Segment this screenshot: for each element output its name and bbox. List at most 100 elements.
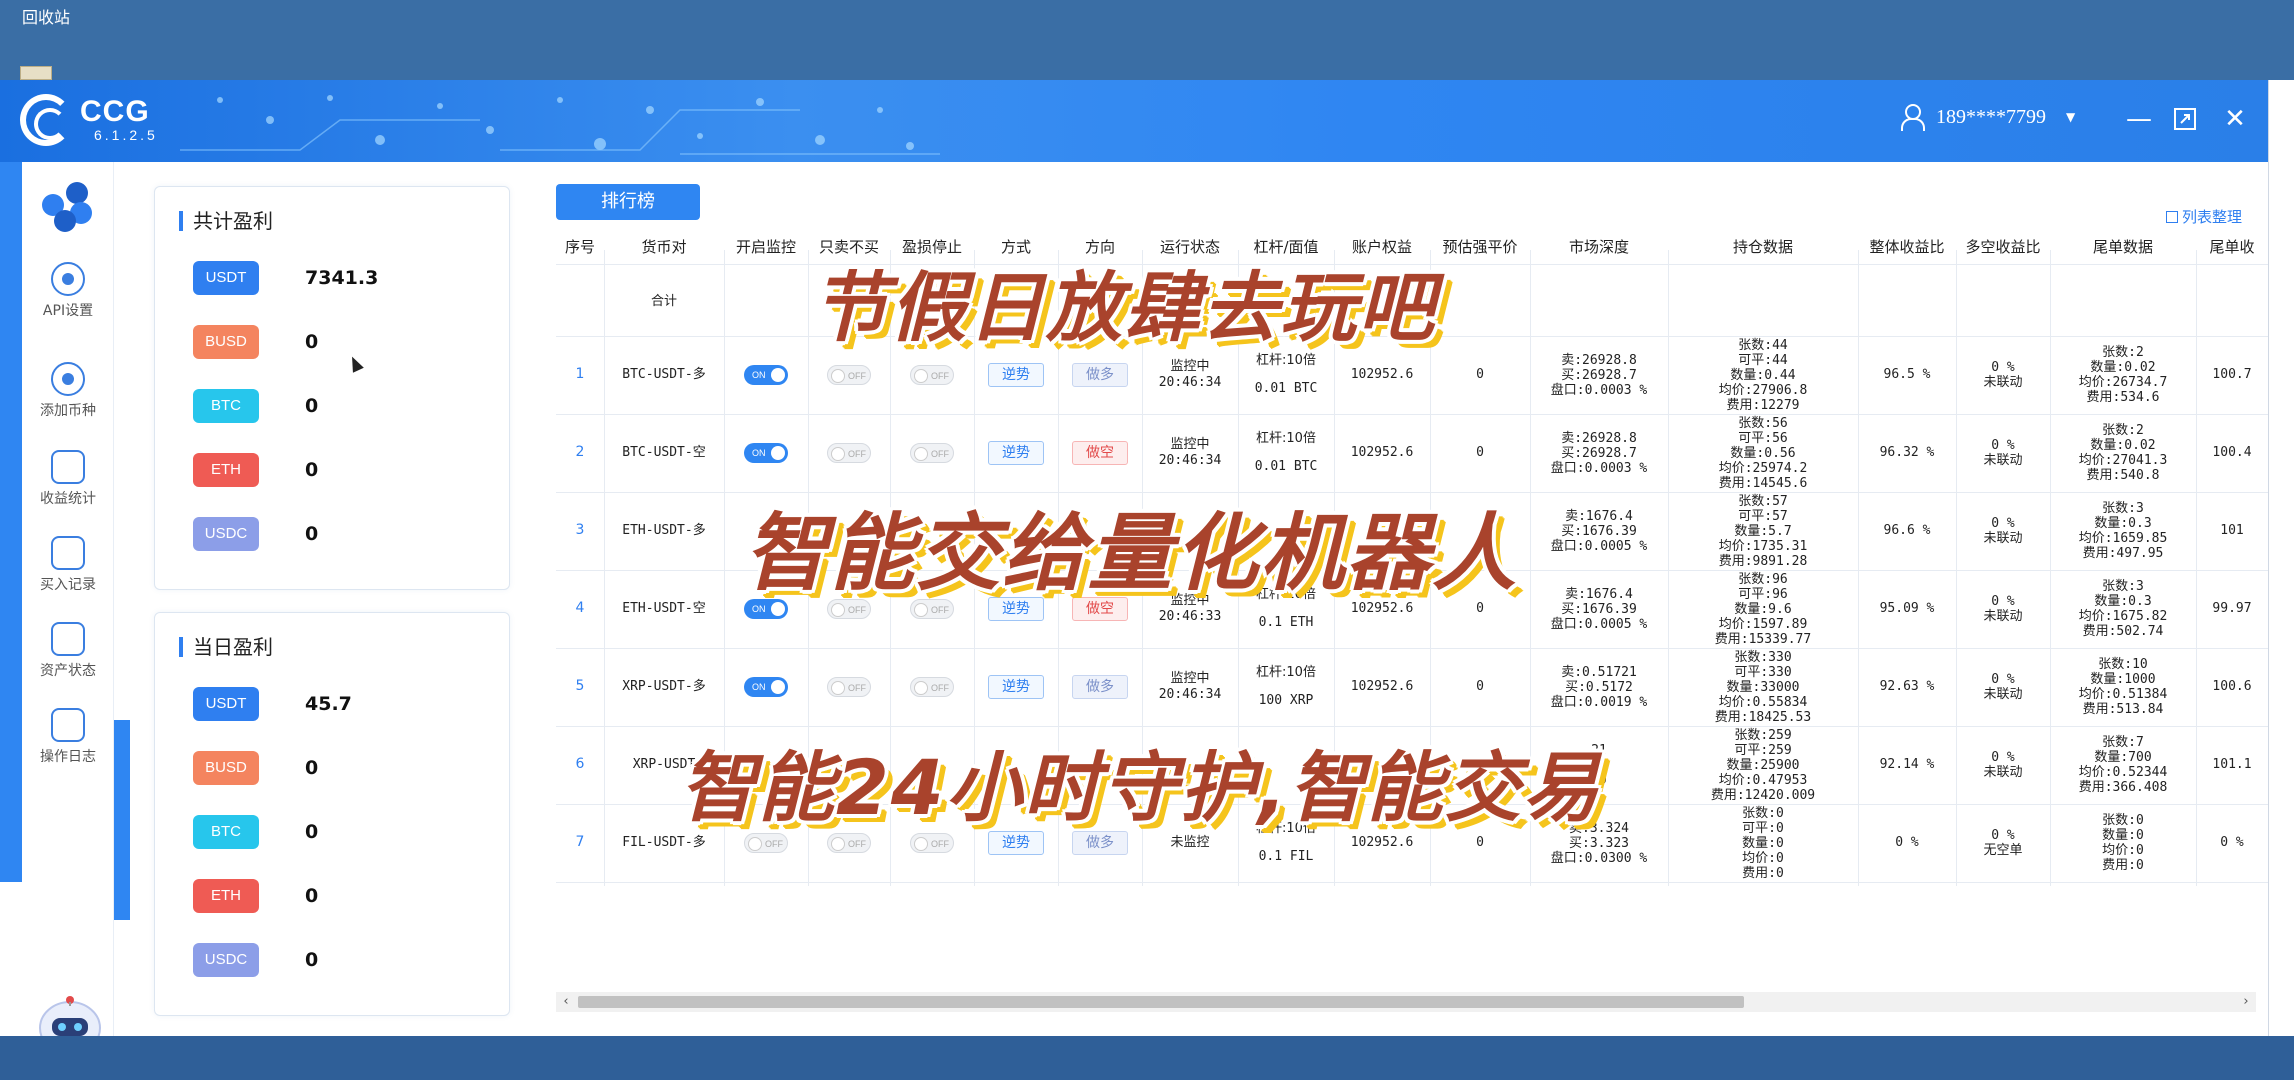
record-icon: [51, 536, 85, 570]
run-status: 未监控: [1170, 835, 1210, 850]
tail-line: 费用:502.74: [2082, 624, 2164, 639]
long-short-ratio: 无空单: [1983, 843, 2023, 858]
column-header: 货币对: [641, 238, 687, 256]
market-depth-line: 盘口:0.0005 %: [1550, 538, 1648, 554]
position-line: 均价:0: [1742, 850, 1784, 866]
wallet-icon: [51, 622, 85, 656]
monitor-toggle[interactable]: OFF: [744, 833, 788, 853]
total-ratio: 96.5 %: [1883, 367, 1931, 382]
toggle-label: OFF: [848, 449, 866, 459]
toggle-label: OFF: [931, 683, 949, 693]
nav-item-api[interactable]: API设置: [22, 262, 114, 320]
toggle-label: OFF: [848, 683, 866, 693]
monitor-toggle[interactable]: ON: [744, 677, 788, 697]
nav-item-operation-log[interactable]: 操作日志: [22, 708, 114, 766]
app-name: CCG: [80, 95, 150, 128]
market-depth-line: 盘口:0.0003 %: [1550, 460, 1648, 476]
sell-only-toggle[interactable]: OFF: [827, 365, 871, 385]
nav-item-profit-stats[interactable]: 收益统计: [22, 450, 114, 508]
gear-icon: [51, 262, 85, 296]
sell-only-toggle[interactable]: OFF: [827, 677, 871, 697]
column-header: 整体收益比: [1869, 238, 1945, 256]
close-button[interactable]: ✕: [2218, 102, 2252, 136]
folder-icon[interactable]: [20, 66, 52, 80]
position-line: 数量:5.7: [1734, 523, 1792, 539]
liquidation-price: 0: [1476, 445, 1484, 460]
minimize-button[interactable]: —: [2122, 102, 2156, 136]
direction-tag[interactable]: 做多: [1072, 363, 1128, 387]
stop-loss-toggle[interactable]: OFF: [910, 833, 954, 853]
scroll-left-icon[interactable]: ‹: [556, 992, 576, 1012]
nav-label: 收益统计: [40, 491, 96, 507]
stop-loss-toggle[interactable]: OFF: [910, 443, 954, 463]
total-ratio: 95.09 %: [1879, 601, 1935, 616]
column-header: 尾单收: [2209, 238, 2255, 256]
row-pair: ETH-USDT-多: [622, 523, 706, 538]
nav-item-buy-records[interactable]: 买入记录: [22, 536, 114, 594]
long-short-ratio: 0 %: [1991, 750, 2015, 765]
position-line: 可平:44: [1738, 352, 1788, 368]
list-sort-button[interactable]: 列表整理: [2166, 206, 2242, 227]
tail-line: 费用:534.6: [2086, 390, 2160, 405]
mode-tag[interactable]: 逆势: [988, 675, 1044, 699]
run-time: 20:46:34: [1158, 687, 1222, 702]
position-line: 费用:12279: [1726, 397, 1800, 413]
tail-line: 数量:0.02: [2090, 360, 2156, 375]
tail-line: 均价:0.52344: [2078, 765, 2168, 780]
total-profit-panel: 共计盈利 USDT 7341.3 BUSD 0 BTC 0 ETH 0 USDC…: [154, 186, 510, 590]
user-menu[interactable]: 189****7799 ▼: [1900, 104, 2075, 131]
stop-loss-toggle[interactable]: OFF: [910, 365, 954, 385]
market-depth-line: 买:26928.7: [1561, 445, 1637, 461]
add-coin-icon: [51, 362, 85, 396]
position-line: 费用:12420.009: [1710, 787, 1816, 803]
coin-value: 0: [305, 331, 319, 353]
position-line: 费用:0: [1742, 865, 1784, 881]
tail-line: 数量:0.3: [2094, 516, 2152, 531]
user-account: 189****7799: [1936, 105, 2046, 128]
coin-row-btc: BTC 0: [193, 815, 318, 849]
tail-line: 张数:3: [2102, 501, 2144, 516]
account-equity: 102952.6: [1350, 835, 1414, 850]
row-divider: [556, 882, 2268, 883]
face-value: 0.01 BTC: [1254, 381, 1318, 396]
tail-profit: 101: [2220, 523, 2244, 538]
total-ratio: 92.63 %: [1879, 679, 1935, 694]
position-line: 数量:0.44: [1730, 367, 1796, 383]
long-short-ratio: 未联动: [1983, 453, 2023, 468]
mode-tag[interactable]: 逆势: [988, 441, 1044, 465]
stop-loss-toggle[interactable]: OFF: [910, 677, 954, 697]
maximize-button[interactable]: [2168, 102, 2202, 136]
long-short-ratio: 0 %: [1991, 594, 2015, 609]
nav-item-add-coin[interactable]: 添加币种: [22, 362, 114, 420]
monitor-toggle[interactable]: ON: [744, 365, 788, 385]
market-depth-line: 买:26928.7: [1561, 367, 1637, 383]
sell-only-toggle[interactable]: OFF: [827, 833, 871, 853]
tail-line: 数量:700: [2094, 750, 2152, 765]
sidebar-nav: API设置 添加币种 收益统计 买入记录 资产状态 操作日志: [22, 162, 114, 1036]
title-bar[interactable]: CCG 6.1.2.5 189****7799 ▼ — ✕: [0, 80, 2268, 162]
panel-title: 当日盈利: [179, 637, 273, 657]
sell-only-toggle[interactable]: OFF: [827, 443, 871, 463]
nav-item-asset-status[interactable]: 资产状态: [22, 622, 114, 680]
position-line: 均价:1735.31: [1718, 538, 1808, 554]
run-status: 监控中: [1170, 359, 1210, 374]
recycle-bin-label[interactable]: 回收站: [22, 4, 70, 28]
horizontal-scrollbar[interactable]: ‹ ›: [556, 992, 2256, 1012]
coin-value: 0: [305, 757, 319, 779]
tail-line: 张数:10: [2098, 657, 2148, 672]
coin-value: 0: [305, 821, 319, 843]
direction-tag[interactable]: 做空: [1072, 441, 1128, 465]
scroll-thumb[interactable]: [578, 996, 1744, 1008]
row-pair: BTC-USDT-多: [622, 367, 706, 382]
coin-value: 0: [305, 949, 319, 971]
tail-line: 费用:366.408: [2078, 780, 2168, 795]
robot-assistant-icon[interactable]: [30, 992, 110, 1036]
leverage: 杠杆:10倍: [1256, 665, 1316, 680]
caret-down-icon[interactable]: ▼: [2066, 110, 2075, 124]
direction-tag[interactable]: 做多: [1072, 675, 1128, 699]
mode-tag[interactable]: 逆势: [988, 363, 1044, 387]
position-line: 费用:15339.77: [1714, 631, 1812, 647]
monitor-toggle[interactable]: ON: [744, 443, 788, 463]
scroll-right-icon[interactable]: ›: [2236, 992, 2256, 1012]
rank-button[interactable]: 排行榜: [556, 184, 700, 220]
